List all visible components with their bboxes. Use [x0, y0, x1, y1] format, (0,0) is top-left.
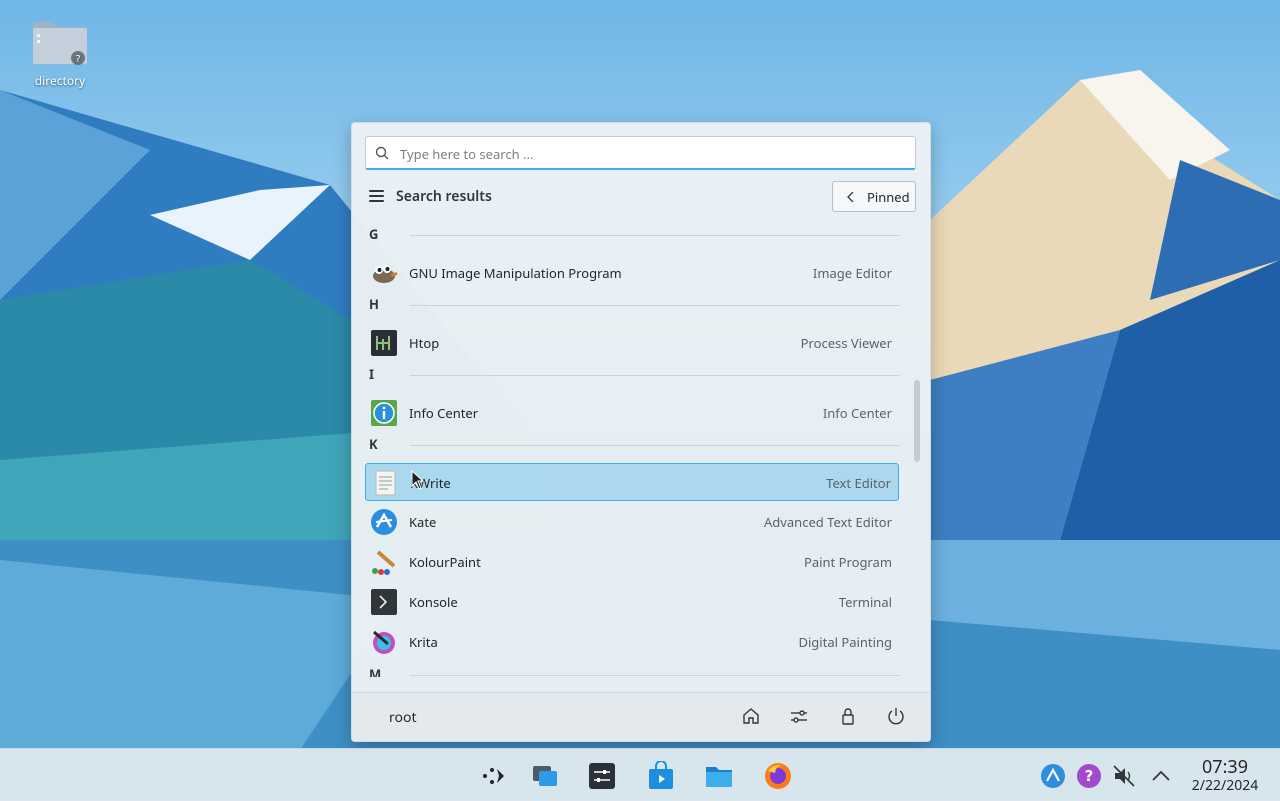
launcher-footer: root — [352, 692, 930, 741]
section-letter: M — [369, 665, 382, 677]
app-description: Image Editor — [812, 264, 892, 282]
section-divider — [410, 235, 900, 236]
system-settings-icon[interactable] — [587, 761, 617, 791]
lock-icon[interactable] — [837, 705, 859, 727]
app-name: Kate — [409, 513, 437, 531]
section-divider — [410, 375, 900, 376]
chevron-left-icon — [847, 192, 854, 202]
help-icon[interactable]: ? — [1076, 763, 1102, 789]
taskbar: ? 07:39 2/22/2024 — [0, 748, 1280, 801]
file-manager-icon[interactable] — [704, 761, 734, 791]
list-item-htop[interactable]: Htop Process Viewer — [365, 324, 899, 362]
folder-icon: ? — [31, 14, 89, 66]
home-icon[interactable] — [740, 705, 762, 727]
list-item-kolourpaint[interactable]: KolourPaint Paint Program — [365, 543, 899, 581]
discover-store-icon[interactable] — [646, 761, 676, 791]
search-icon — [375, 146, 389, 160]
section-header-k: K — [365, 433, 905, 457]
app-description: Advanced Text Editor — [763, 513, 892, 531]
app-launcher-icon[interactable] — [477, 761, 507, 791]
power-icon[interactable] — [885, 705, 907, 727]
clock[interactable]: 07:39 2/22/2024 — [1180, 757, 1270, 795]
app-name: Htop — [409, 334, 440, 352]
volume-muted-icon[interactable] — [1111, 763, 1137, 789]
kate-tray-icon[interactable] — [1040, 763, 1066, 789]
app-name: Konsole — [409, 593, 458, 611]
scrollbar[interactable] — [914, 380, 920, 462]
app-description: Info Center — [822, 404, 892, 422]
clock-date: 2/22/2024 — [1191, 776, 1259, 795]
section-divider — [410, 675, 900, 676]
app-description: Terminal — [838, 593, 892, 611]
clock-time: 07:39 — [1201, 755, 1248, 779]
app-description: Paint Program — [803, 553, 892, 571]
app-description: Process Viewer — [800, 334, 892, 352]
search-input[interactable] — [398, 143, 907, 165]
section-letter: I — [369, 365, 375, 383]
svg-text:?: ? — [75, 54, 80, 65]
chevron-up-icon[interactable] — [1148, 763, 1174, 789]
section-letter: G — [369, 225, 379, 243]
search-results-list[interactable]: G GNU Image Manipulation Program Image E… — [365, 223, 905, 677]
desktop-folder-directory[interactable]: ? directory — [22, 14, 98, 89]
app-description: Digital Painting — [798, 633, 892, 651]
list-item-gimp[interactable]: GNU Image Manipulation Program Image Edi… — [365, 254, 899, 292]
section-divider — [410, 305, 900, 306]
htop-icon — [371, 330, 397, 356]
list-item-kate[interactable]: Kate Advanced Text Editor — [365, 503, 899, 541]
list-item-krita[interactable]: Krita Digital Painting — [365, 623, 899, 661]
kate-icon — [371, 509, 397, 535]
user-name: root — [389, 708, 417, 727]
krita-icon — [373, 630, 395, 654]
section-letter: H — [369, 295, 379, 313]
launcher-header: Search results Pinned — [365, 181, 916, 213]
pinned-button-label: Pinned — [867, 188, 910, 206]
desktop-icon-label: directory — [34, 72, 86, 89]
app-name: Krita — [409, 633, 438, 651]
page-title: Search results — [396, 187, 492, 206]
list-item-kwrite[interactable]: KWrite Text Editor — [365, 463, 899, 501]
konsole-icon — [371, 589, 397, 615]
list-item-konsole[interactable]: Konsole Terminal — [365, 583, 899, 621]
app-name: GNU Image Manipulation Program — [409, 264, 622, 282]
section-header-g: G — [365, 223, 905, 247]
kolourpaint-icon — [372, 550, 396, 575]
app-name: Info Center — [409, 404, 479, 422]
hamburger-menu-icon[interactable] — [369, 190, 384, 202]
section-letter: K — [369, 435, 378, 453]
app-description: Text Editor — [826, 474, 891, 492]
mouse-cursor-icon — [411, 470, 425, 490]
firefox-icon[interactable] — [763, 761, 793, 791]
pinned-button[interactable]: Pinned — [832, 181, 916, 212]
section-header-i: I — [365, 363, 905, 387]
svg-text:?: ? — [1085, 767, 1094, 785]
application-launcher: Search results Pinned G GNU Image Manipu… — [351, 122, 931, 742]
pager-icon[interactable] — [530, 761, 560, 791]
app-name: KolourPaint — [409, 553, 481, 571]
gimp-icon — [373, 265, 398, 283]
section-header-m: M — [365, 663, 905, 677]
kwrite-icon — [375, 470, 396, 496]
search-box[interactable] — [365, 136, 916, 170]
list-item-info-center[interactable]: Info Center Info Center — [365, 394, 899, 432]
section-divider — [410, 445, 900, 446]
info-center-icon — [371, 400, 397, 426]
section-header-h: H — [365, 293, 905, 317]
settings-sliders-icon[interactable] — [788, 705, 810, 727]
